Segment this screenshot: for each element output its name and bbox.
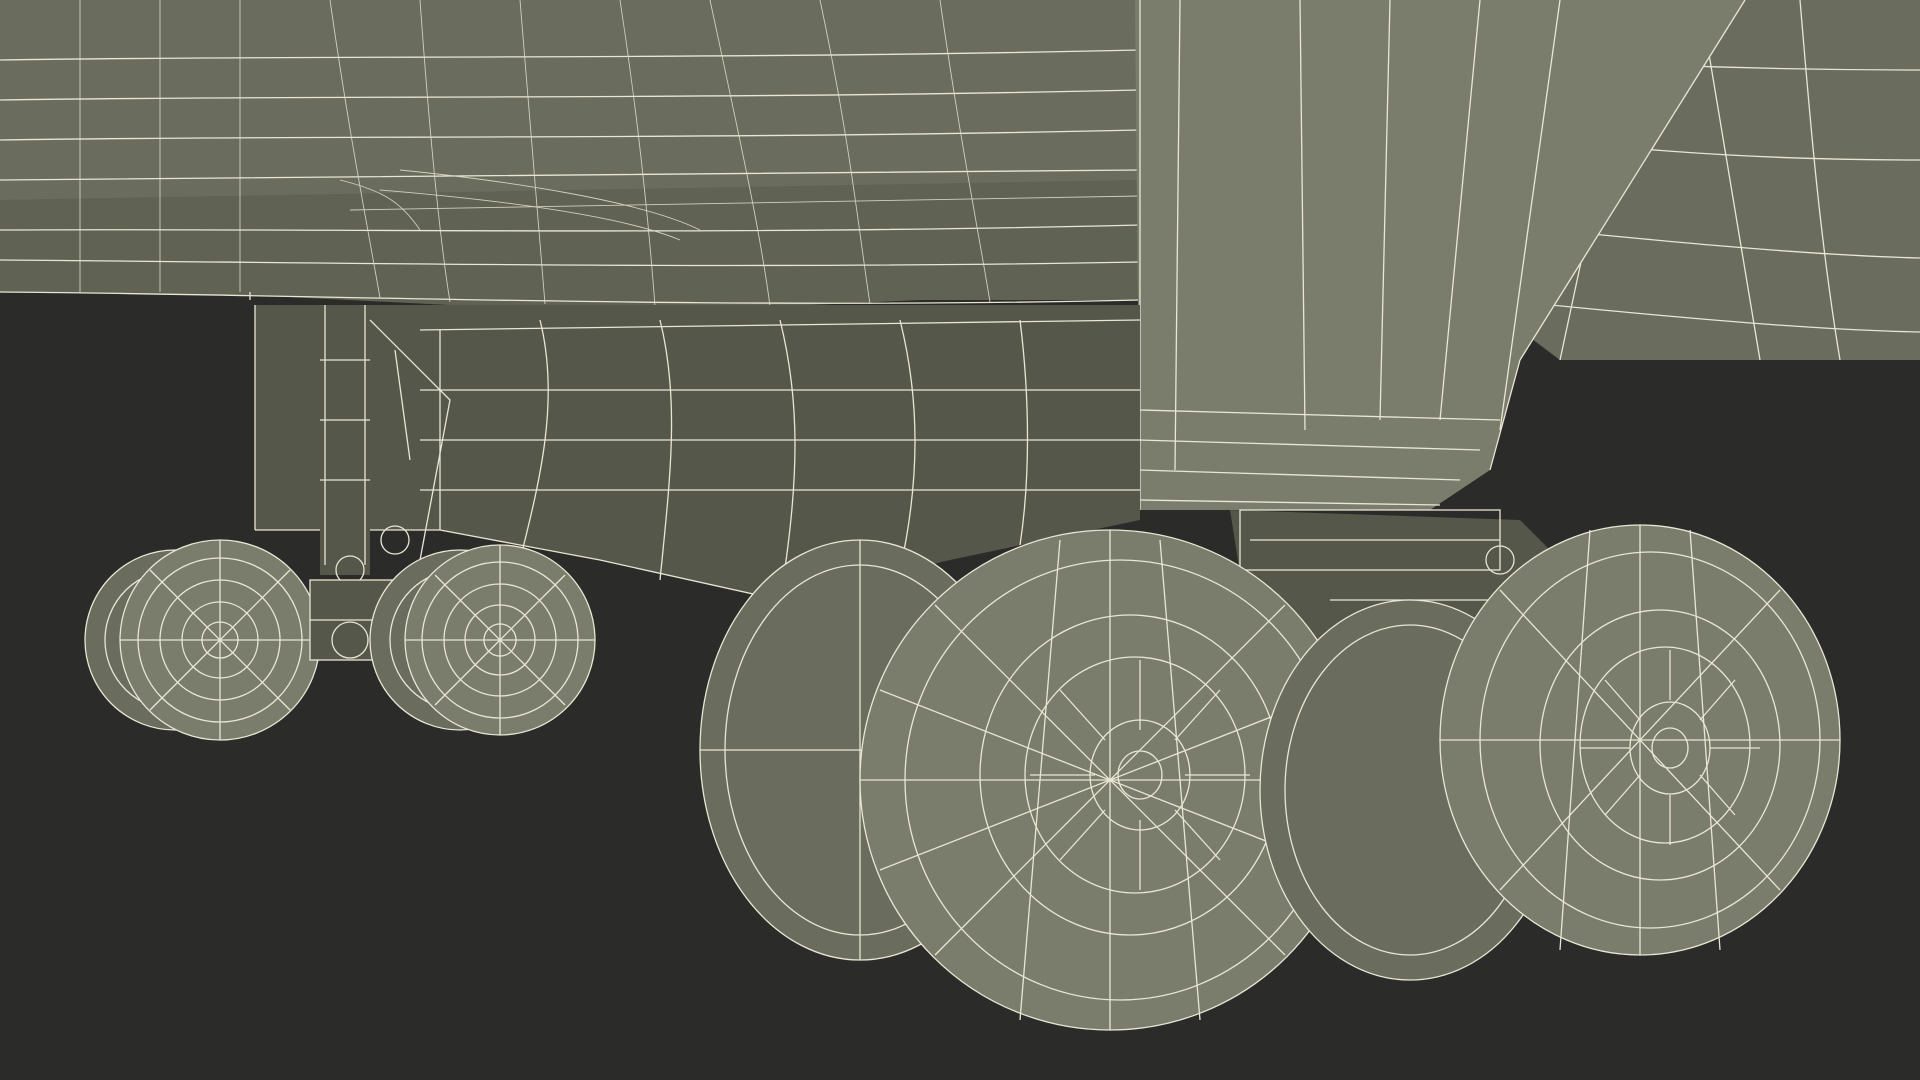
nose-wheel-front-left (119, 539, 321, 741)
wireframe-landing-gear-render (0, 0, 1920, 1031)
fuselage-belly (0, 0, 1141, 310)
nose-wheel-front-right (404, 544, 596, 736)
main-wheel-front-right (1439, 524, 1841, 956)
